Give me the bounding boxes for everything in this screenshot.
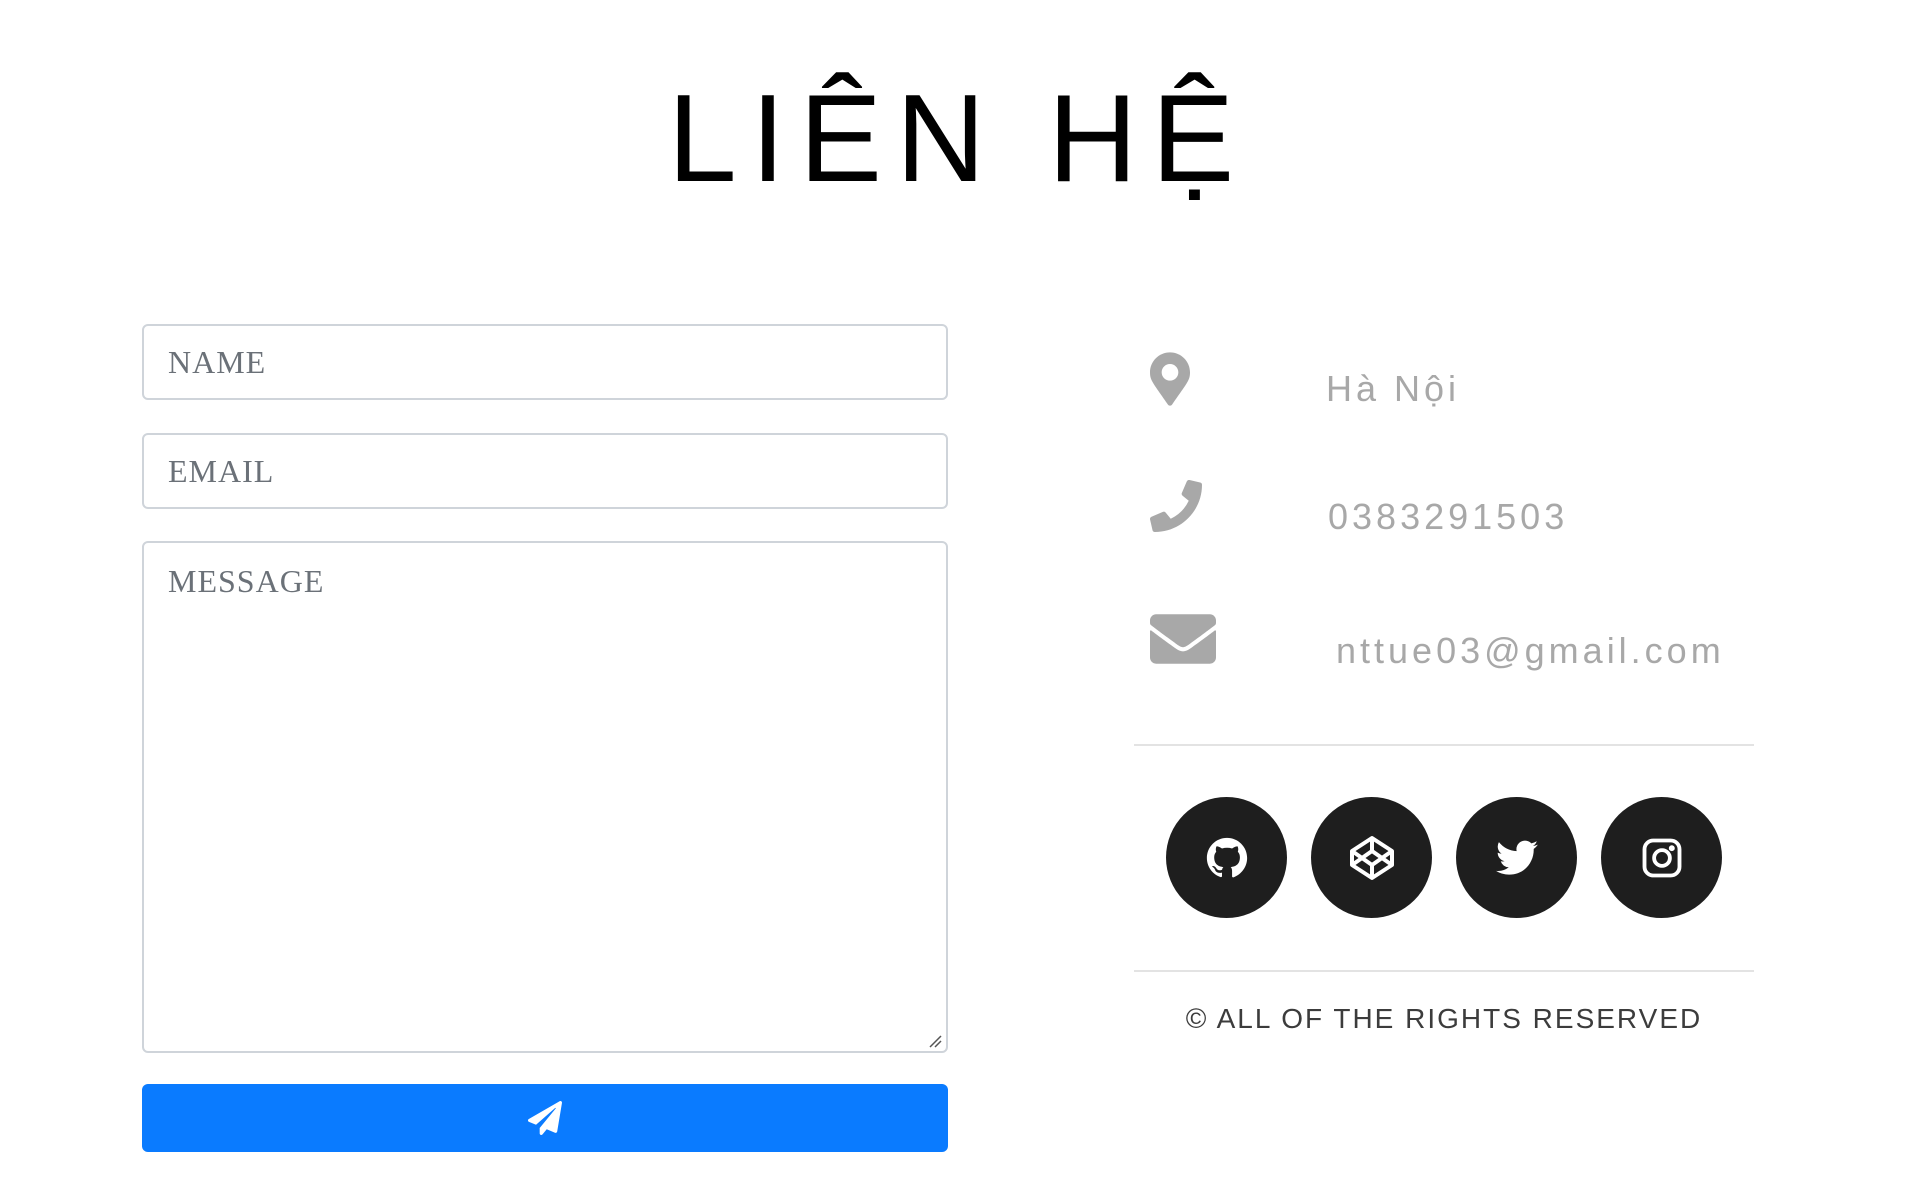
divider-bottom: [1134, 970, 1754, 972]
instagram-icon: [1642, 838, 1681, 877]
send-button[interactable]: [142, 1084, 948, 1152]
phone-text: 0383291503: [1328, 496, 1569, 537]
github-link[interactable]: [1166, 797, 1287, 918]
instagram-link[interactable]: [1601, 797, 1722, 918]
codepen-link[interactable]: [1311, 797, 1432, 918]
name-field[interactable]: [142, 324, 948, 400]
codepen-icon: [1349, 835, 1394, 880]
location-text: Hà Nội: [1326, 368, 1461, 409]
resize-grip-icon[interactable]: [928, 1034, 942, 1048]
divider-top: [1134, 744, 1754, 746]
github-icon: [1206, 837, 1247, 877]
message-field[interactable]: [142, 541, 948, 1053]
email-text: nttue03@gmail.com: [1336, 630, 1725, 671]
copyright-text: © ALL OF THE RIGHTS RESERVED: [1185, 1003, 1703, 1034]
twitter-link[interactable]: [1456, 797, 1577, 918]
page-title: LIÊN HỆ: [667, 70, 1249, 208]
paper-plane-icon: [528, 1101, 562, 1135]
phone-icon: [1150, 480, 1202, 532]
map-marker-icon: [1150, 352, 1190, 406]
envelope-icon: [1150, 614, 1216, 664]
twitter-icon: [1495, 840, 1538, 875]
email-field[interactable]: [142, 433, 948, 509]
